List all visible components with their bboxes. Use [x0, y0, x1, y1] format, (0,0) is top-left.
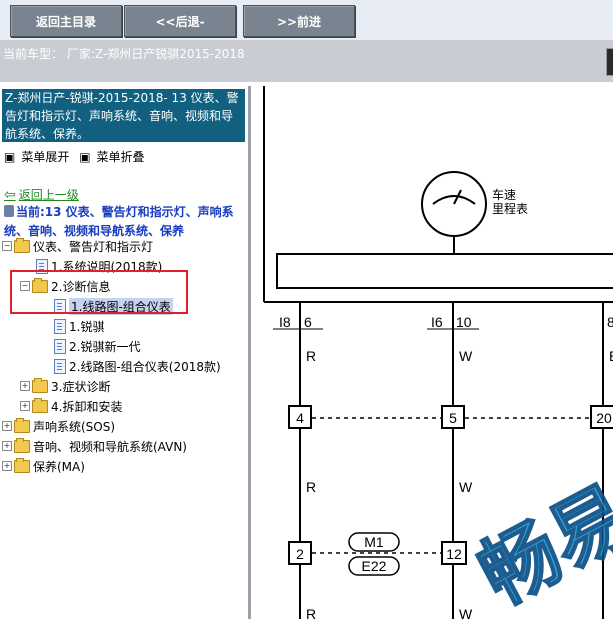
- connector-number: 2: [296, 546, 304, 562]
- folder-icon: [32, 377, 48, 393]
- back-button[interactable]: <<后退-: [124, 5, 236, 37]
- folder-icon: [14, 237, 30, 253]
- tree-item-sos[interactable]: + 声响系统(SOS): [2, 417, 115, 435]
- tree-item-symptom-diagnosis[interactable]: + 3.症状诊断: [20, 377, 110, 395]
- current-vehicle-bar: 当前车型： 厂家:Z-郑州日产锐骐2015-2018: [0, 40, 613, 82]
- tree-item-label: 保养(MA): [33, 459, 85, 474]
- menu-controls: ▣ 菜单展开 ▣ 菜单折叠: [4, 148, 151, 165]
- pin-label: 6: [304, 314, 312, 330]
- tree-item-label: 3.症状诊断: [51, 379, 111, 394]
- document-icon: [54, 318, 66, 334]
- pin-label: I8: [279, 314, 291, 330]
- current-location: 当前:13 仪表、警告灯和指示灯、声响系统、音响、视频和导航系统、保养: [4, 203, 244, 241]
- watermark: 畅易: [465, 469, 613, 619]
- pin-label: I6: [431, 314, 443, 330]
- current-location-text: 当前:13 仪表、警告灯和指示灯、声响系统、音响、视频和导航系统、保养: [4, 205, 234, 238]
- connector-number: 5: [449, 410, 457, 426]
- disk-icon: [4, 205, 14, 217]
- tree-item-instruments[interactable]: − 仪表、警告灯和指示灯: [2, 237, 153, 255]
- forward-button[interactable]: >>前进: [243, 5, 355, 37]
- tree-item-ruiqi-new[interactable]: 2.锐骐新一代: [54, 337, 140, 355]
- connector-number: 4: [296, 410, 304, 426]
- wire-color-label: B: [609, 348, 613, 364]
- left-navigation-panel: Z-郑州日产-锐骐-2015-2018- 13 仪表、警告灯和指示灯、声响系统、…: [0, 86, 248, 619]
- wire-color-label: R: [306, 479, 316, 495]
- connector-number: 12: [446, 546, 462, 562]
- tree-item-avn[interactable]: + 音响、视频和导航系统(AVN): [2, 437, 187, 455]
- left-arrow-icon: ⇦: [4, 186, 16, 203]
- expand-icon[interactable]: +: [2, 461, 12, 471]
- document-icon: [54, 338, 66, 354]
- connector-number: 20: [596, 410, 612, 426]
- tree-item-removal-installation[interactable]: + 4.拆卸和安装: [20, 397, 122, 415]
- tree-item-label: 1.锐骐: [69, 319, 105, 334]
- expand-icon[interactable]: +: [20, 401, 30, 411]
- folder-icon: [32, 397, 48, 413]
- wire-color-label: W: [459, 479, 473, 495]
- collapse-icon[interactable]: −: [2, 241, 12, 251]
- top-toolbar: 返回主目录 <<后退- >>前进: [0, 0, 613, 40]
- tree-item-label: 声响系统(SOS): [33, 419, 116, 434]
- tree-item-ruiqi[interactable]: 1.锐骐: [54, 317, 104, 335]
- connector-label: E22: [362, 558, 387, 574]
- pin-label: 10: [456, 314, 472, 330]
- wire-color-label: R: [306, 606, 316, 619]
- wire-color-label: W: [459, 348, 473, 364]
- red-highlight-box: [10, 270, 188, 314]
- tree-item-label: 2.线路图-组合仪表(2018款): [69, 359, 221, 374]
- tree-item-label: 音响、视频和导航系统(AVN): [33, 439, 187, 454]
- connector-label: M1: [364, 534, 384, 550]
- tree-item-wiring-diagram-2018[interactable]: 2.线路图-组合仪表(2018款): [54, 357, 221, 375]
- document-icon: [54, 358, 66, 374]
- current-vehicle-label: 当前车型： 厂家:Z-郑州日产锐骐2015-2018: [3, 47, 245, 61]
- tree-item-maintenance[interactable]: + 保养(MA): [2, 457, 85, 475]
- expand-icon[interactable]: +: [20, 381, 30, 391]
- wiring-diagram-view: 车速 里程表 I8 6 I6 10 8 R W B R W R W 4 5 20: [251, 86, 613, 619]
- gauge-label-2: 里程表: [492, 201, 528, 216]
- wiring-diagram: 车速 里程表 I8 6 I6 10 8 R W B R W R W 4 5 20: [263, 86, 613, 619]
- tree-item-label: 2.锐骐新一代: [69, 339, 141, 354]
- tree-item-label: 仪表、警告灯和指示灯: [33, 239, 154, 254]
- scroll-handle-icon[interactable]: [606, 48, 613, 76]
- expand-icon[interactable]: +: [2, 441, 12, 451]
- folder-icon: [14, 457, 30, 473]
- menu-expand-link[interactable]: 菜单展开: [21, 150, 69, 164]
- section-header: Z-郑州日产-锐骐-2015-2018- 13 仪表、警告灯和指示灯、声响系统、…: [2, 89, 245, 142]
- back-up-label: 返回上一级: [18, 188, 79, 202]
- wire-color-label: W: [459, 606, 473, 619]
- menu-collapse-link[interactable]: 菜单折叠: [97, 150, 145, 164]
- folder-icon: [14, 437, 30, 453]
- wire-color-label: R: [306, 348, 316, 364]
- folder-icon: [14, 417, 30, 433]
- menu-expand-icon[interactable]: ▣: [4, 150, 15, 164]
- pin-label: 8: [607, 314, 613, 330]
- menu-collapse-icon[interactable]: ▣: [79, 150, 90, 164]
- expand-icon[interactable]: +: [2, 421, 12, 431]
- watermark-text: 畅易: [466, 470, 613, 619]
- gauge-label-1: 车速: [492, 187, 516, 202]
- back-up-link[interactable]: ⇦ 返回上一级: [4, 186, 79, 203]
- home-button[interactable]: 返回主目录: [10, 5, 122, 37]
- tree-item-label: 4.拆卸和安装: [51, 399, 123, 414]
- meter-unit-box: [276, 253, 613, 289]
